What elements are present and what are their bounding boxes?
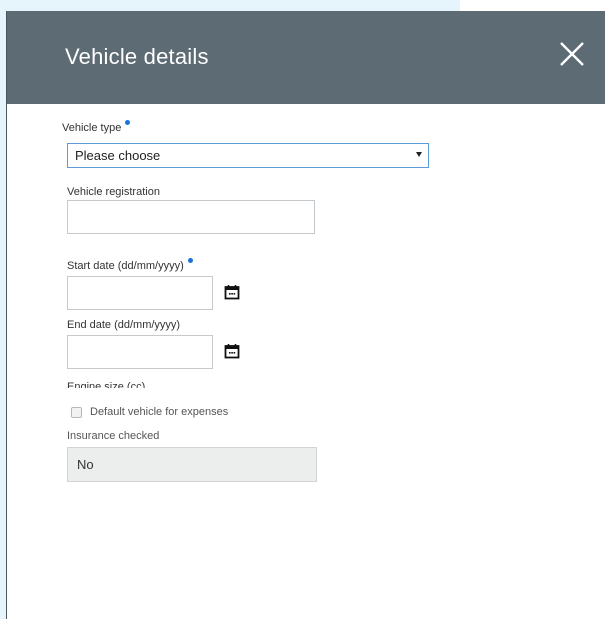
close-button[interactable] <box>557 39 587 69</box>
engine-size-label: Engine size (cc) <box>67 381 146 388</box>
vehicle-registration-label: Vehicle registration <box>67 186 160 198</box>
end-date-input[interactable] <box>67 335 213 369</box>
start-date-input[interactable] <box>67 276 213 310</box>
modal-title: Vehicle details <box>65 44 209 69</box>
vehicle-type-select[interactable]: Please choose <box>67 143 429 168</box>
vehicle-type-selected-value: Please choose <box>75 148 161 163</box>
default-vehicle-row[interactable]: Default vehicle for expenses <box>71 406 228 418</box>
vehicle-type-label-text: Vehicle type <box>62 122 122 134</box>
end-date-label: End date (dd/mm/yyyy) <box>67 319 181 331</box>
vehicle-details-modal: Vehicle details <box>6 11 605 619</box>
vehicle-registration-input[interactable] <box>67 200 315 234</box>
close-icon <box>560 42 584 66</box>
calendar-icon[interactable] <box>224 284 240 300</box>
insurance-checked-value: No <box>67 447 317 482</box>
chevron-down-icon <box>416 152 422 157</box>
insurance-checked-label: Insurance checked <box>67 430 160 442</box>
required-indicator <box>125 120 131 125</box>
required-indicator <box>187 258 193 263</box>
default-vehicle-checkbox[interactable] <box>71 406 82 418</box>
calendar-icon[interactable] <box>224 343 240 359</box>
modal-header: Vehicle details <box>7 11 605 104</box>
start-date-label: Start date (dd/mm/yyyy) <box>67 258 193 273</box>
vehicle-type-label: Vehicle type <box>62 120 131 135</box>
start-date-label-text: Start date (dd/mm/yyyy) <box>67 260 184 272</box>
default-vehicle-label: Default vehicle for expenses <box>90 406 229 418</box>
